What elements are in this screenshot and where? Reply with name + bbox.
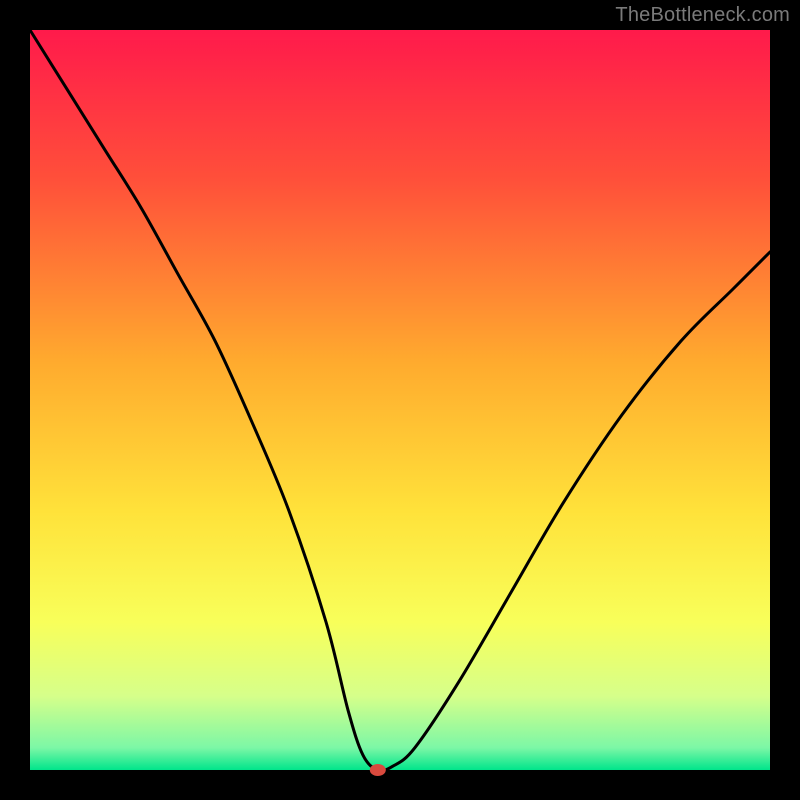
watermark-text: TheBottleneck.com bbox=[615, 4, 790, 27]
optimal-marker bbox=[370, 764, 386, 776]
chart-frame: TheBottleneck.com bbox=[0, 0, 800, 800]
bottleneck-chart bbox=[0, 0, 800, 800]
plot-background bbox=[30, 30, 770, 770]
